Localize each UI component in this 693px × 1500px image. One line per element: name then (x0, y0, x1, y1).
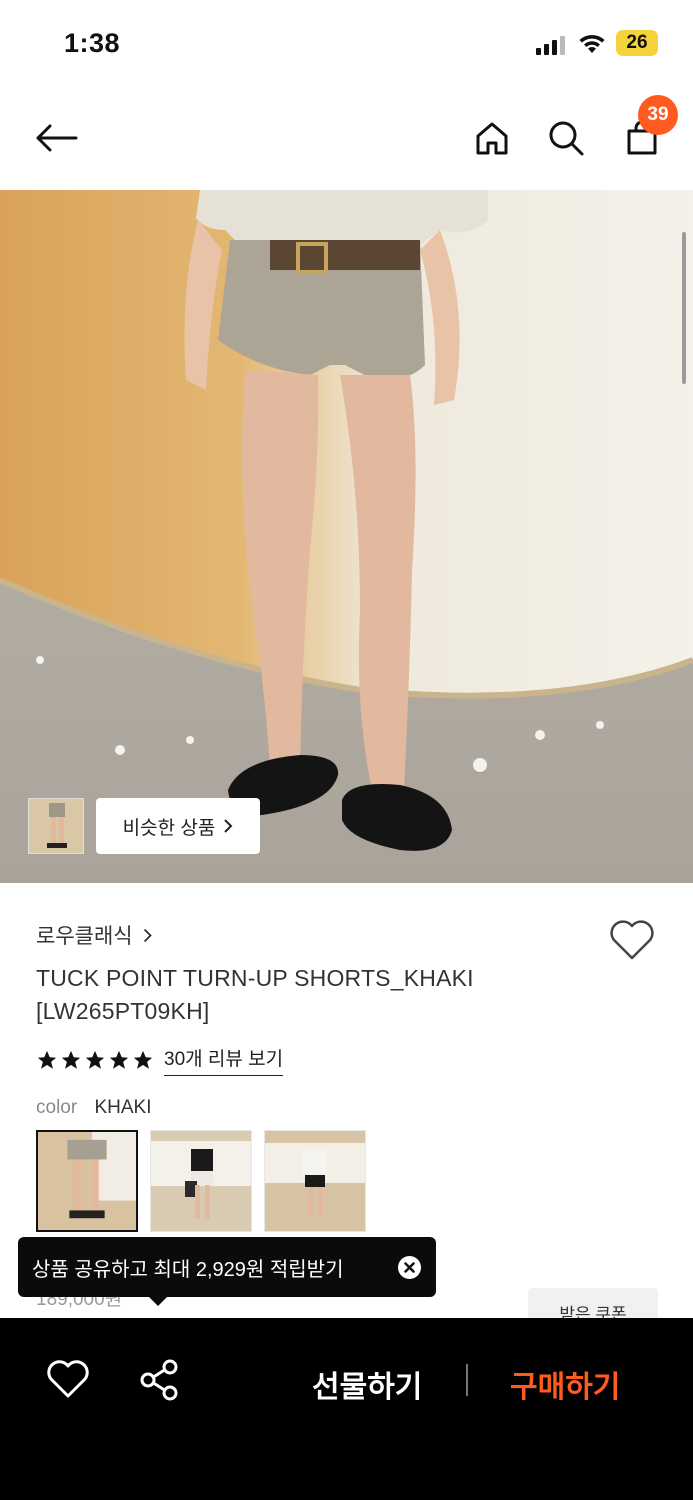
back-button[interactable] (28, 116, 84, 160)
color-value: KHAKI (94, 1097, 152, 1118)
reviews-link[interactable]: 30개 리뷰 보기 (164, 1044, 284, 1076)
brand-link[interactable]: 로우클래식 (36, 920, 152, 950)
tooltip-text: 상품 공유하고 최대 2,929원 적립받기 (32, 1258, 344, 1281)
bottom-action-bar: 선물하기 구매하기 (0, 1318, 693, 1500)
chevron-right-icon (143, 928, 152, 942)
similar-products-button[interactable]: 비슷한 상품 (96, 798, 260, 854)
share-reward-tooltip: 상품 공유하고 최대 2,929원 적립받기 (18, 1237, 436, 1297)
divider (466, 1364, 468, 1396)
variant-white[interactable] (150, 1130, 252, 1232)
home-button[interactable] (468, 114, 516, 162)
share-icon[interactable] (138, 1358, 180, 1402)
thumbnail-photo (29, 799, 83, 853)
product-title-line2: [LW265PT09KH] (36, 998, 210, 1024)
variant-photo-white (151, 1131, 251, 1231)
star-icon (109, 1050, 129, 1069)
arrow-left-icon (36, 124, 78, 152)
variant-photo-black (265, 1131, 365, 1231)
variant-photo-khaki (38, 1132, 136, 1230)
brand-name: 로우클래식 (36, 925, 133, 948)
rating-row: 30개 리뷰 보기 (36, 1044, 284, 1076)
tooltip-close-button[interactable] (398, 1256, 421, 1279)
star-icon (61, 1050, 81, 1069)
cart-count-badge: 39 (638, 95, 678, 135)
variant-khaki[interactable] (36, 1130, 138, 1232)
color-selector-label: color KHAKI (36, 1097, 152, 1119)
search-button[interactable] (542, 114, 590, 162)
search-icon (549, 121, 584, 156)
variant-black[interactable] (264, 1130, 366, 1232)
similar-products-label: 비슷한 상품 (122, 817, 216, 839)
star-icon (37, 1050, 57, 1069)
wishlist-heart-icon[interactable] (608, 918, 656, 962)
cellular-signal-icon (536, 36, 565, 55)
status-time: 1:38 (64, 28, 121, 58)
home-icon (476, 122, 508, 155)
tooltip-arrow (148, 1296, 168, 1306)
gift-button[interactable]: 선물하기 (312, 1362, 422, 1406)
product-photo (0, 190, 693, 883)
status-bar: 1:38 26 (0, 0, 693, 88)
color-label: color (36, 1097, 78, 1118)
star-rating (36, 1049, 154, 1071)
image-thumbnail[interactable] (28, 798, 84, 854)
star-icon (133, 1050, 153, 1069)
product-title-line1: TUCK POINT TURN-UP SHORTS_KHAKI (36, 965, 474, 991)
close-icon (404, 1262, 415, 1273)
chevron-right-icon (224, 819, 233, 833)
scrollbar[interactable] (682, 232, 686, 384)
product-title: TUCK POINT TURN-UP SHORTS_KHAKI [LW265PT… (36, 962, 596, 1028)
star-icon (85, 1050, 105, 1069)
wifi-icon (579, 34, 605, 53)
buy-button[interactable]: 구매하기 (510, 1362, 620, 1406)
color-variants (36, 1130, 366, 1232)
product-image[interactable] (0, 190, 693, 883)
like-heart-icon[interactable] (46, 1360, 90, 1400)
top-nav (0, 88, 693, 190)
battery-indicator: 26 (616, 30, 658, 56)
